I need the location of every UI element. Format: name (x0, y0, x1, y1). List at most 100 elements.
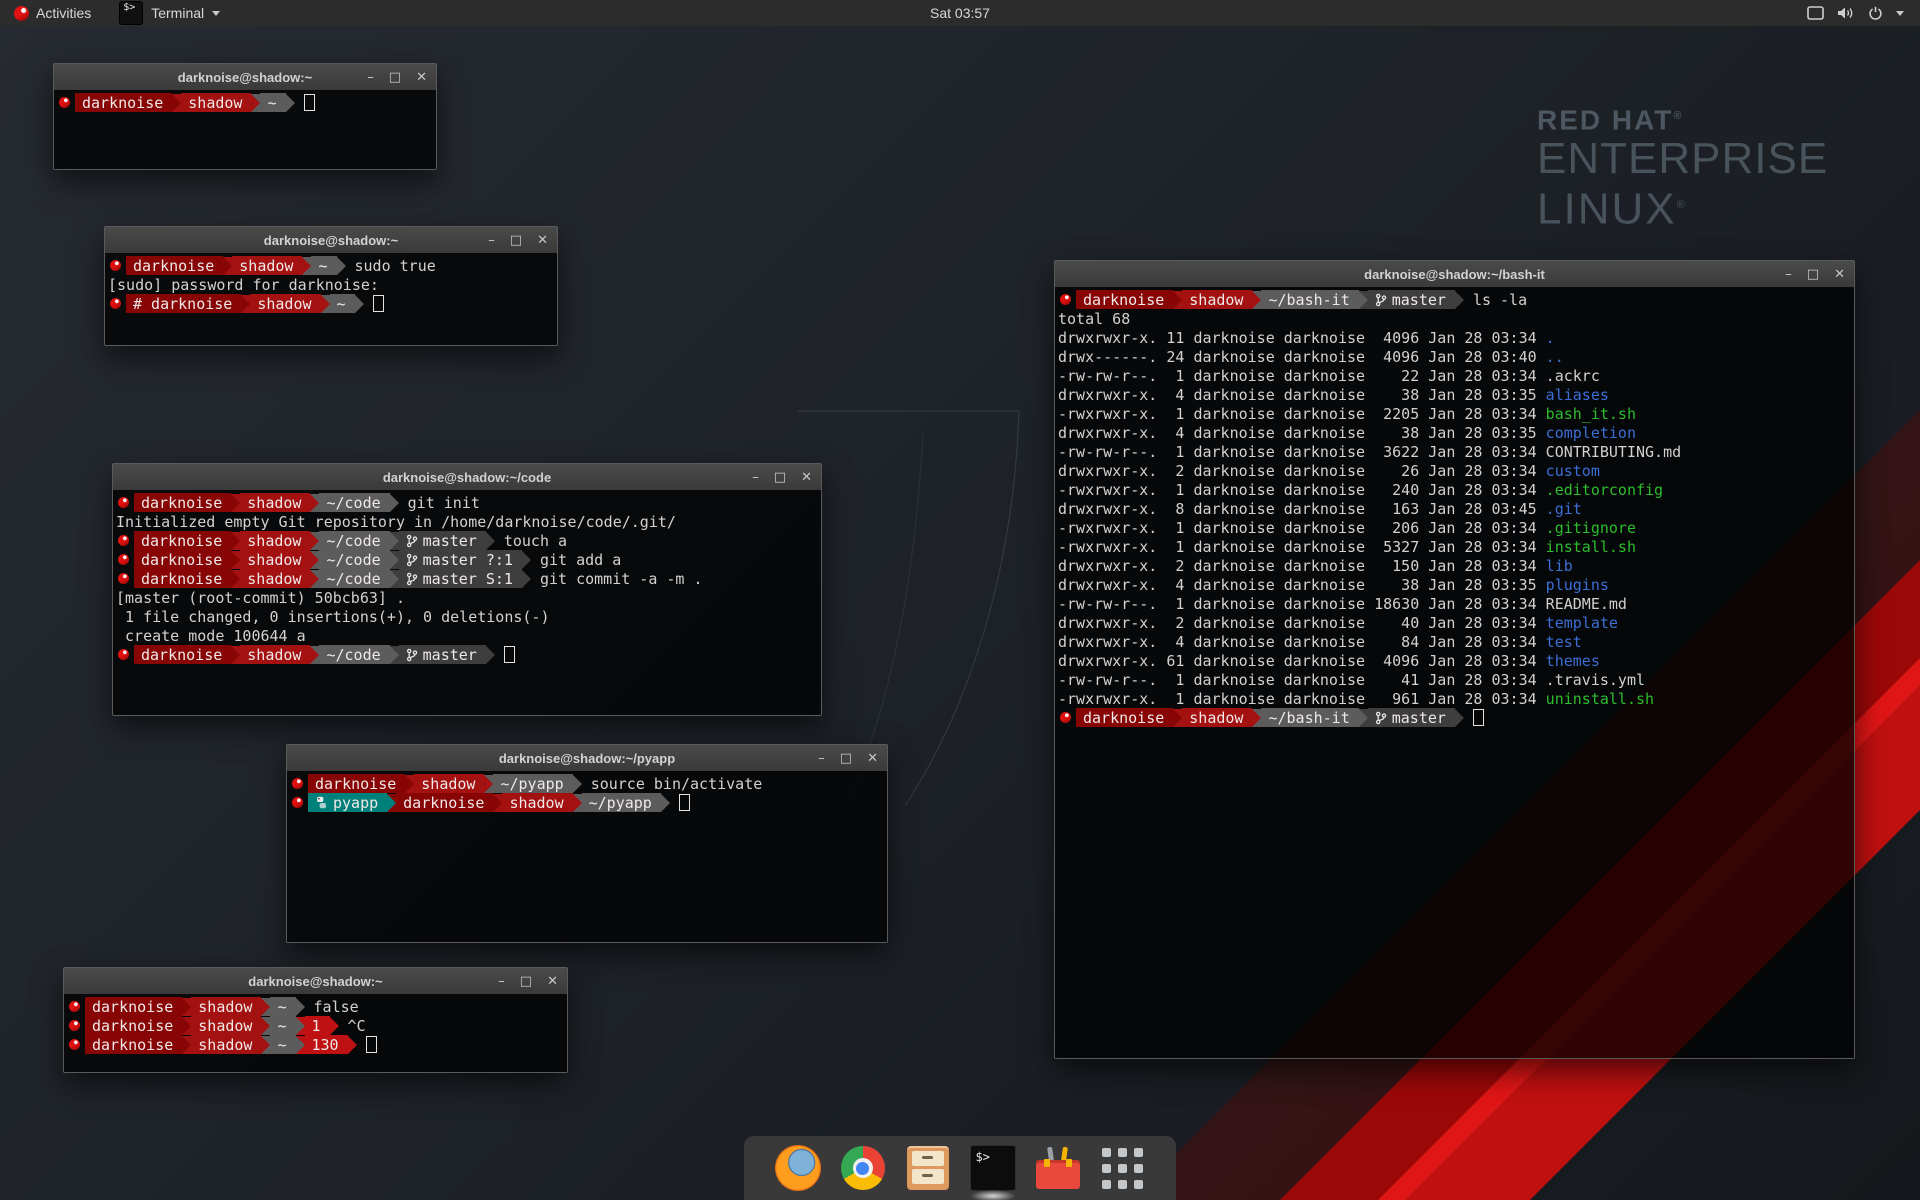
clock-button[interactable]: Sat 03:57 (920, 0, 1000, 26)
window-titlebar[interactable]: darknoise@shadow:~–□✕ (64, 968, 567, 995)
minimize-button[interactable]: – (752, 471, 759, 484)
window-titlebar[interactable]: darknoise@shadow:~–□✕ (105, 227, 557, 254)
terminal-window-pyapp[interactable]: darknoise@shadow:~/pyapp–□✕darknoiseshad… (286, 744, 888, 943)
prompt-segment-dir: ~ (270, 997, 295, 1016)
redhat-prompt-icon (118, 649, 129, 660)
system-status-area[interactable] (1801, 0, 1910, 26)
minimize-button[interactable]: – (498, 975, 505, 988)
close-button[interactable]: ✕ (867, 752, 878, 765)
maximize-button[interactable]: □ (840, 752, 852, 765)
prompt-segment-venv: pyapp (308, 793, 387, 812)
maximize-button[interactable]: □ (774, 471, 786, 484)
terminal-body[interactable]: darknoiseshadow~ (54, 90, 436, 169)
filename: .ackrc (1546, 367, 1600, 385)
minimize-button[interactable]: – (1785, 268, 1792, 281)
prompt-segment-user: darknoise (1076, 290, 1173, 309)
terminal-line: drwxrwxr-x. 4 darknoise darknoise 38 Jan… (1058, 423, 1854, 442)
activities-button[interactable]: Activities (8, 0, 97, 26)
terminal-app-icon: $> (119, 1, 143, 25)
powerline-separator-icon (251, 94, 260, 112)
terminal-line: darknoiseshadow~/codemaster (116, 645, 821, 664)
terminal-window-home-2[interactable]: darknoise@shadow:~–□✕darknoiseshadow~fal… (63, 967, 568, 1073)
minimize-button[interactable]: – (488, 234, 495, 247)
prompt-segment-user: darknoise (134, 569, 231, 588)
output-text: [master (root-commit) 50bcb63] . (116, 589, 405, 607)
prompt-segment-host: shadow (232, 256, 302, 275)
terminal-line: darknoiseshadow~/codemaster S:1git commi… (116, 569, 821, 588)
terminal-body[interactable]: darknoiseshadow~/bash-itmasterls -latota… (1055, 287, 1854, 1058)
window-title: darknoise@shadow:~/code (383, 470, 551, 485)
filename: .gitignore (1546, 519, 1636, 537)
file-manager-icon (907, 1146, 949, 1190)
terminal-line: [master (root-commit) 50bcb63] . (116, 588, 821, 607)
terminal-line: darknoiseshadow~/codemaster ?:1git add a (116, 550, 821, 569)
file-manager-launcher[interactable] (904, 1142, 952, 1194)
filename: README.md (1546, 595, 1627, 613)
prompt-segment-host: shadow (240, 645, 310, 664)
filename: bash_it.sh (1546, 405, 1636, 423)
minimize-button[interactable]: – (367, 71, 374, 84)
prompt-segment-host: shadow (240, 569, 310, 588)
powerline-separator-icon (261, 1017, 270, 1035)
prompt-segment-dir: ~ (311, 256, 336, 275)
terminal-line: -rwxrwxr-x. 1 darknoise darknoise 240 Ja… (1058, 480, 1854, 499)
chrome-launcher[interactable] (839, 1142, 887, 1194)
terminal-window-home-1[interactable]: darknoise@shadow:~–□✕darknoiseshadow~ (53, 63, 437, 170)
output-text: drwxrwxr-x. 4 darknoise darknoise 38 Jan… (1058, 576, 1546, 594)
close-button[interactable]: ✕ (416, 71, 427, 84)
app-menu-button[interactable]: $> Terminal (111, 0, 228, 26)
window-controls: – □ ✕ (488, 227, 548, 253)
maximize-button[interactable]: □ (389, 71, 401, 84)
redhat-prompt-icon (59, 97, 70, 108)
close-button[interactable]: ✕ (1834, 268, 1845, 281)
close-button[interactable]: ✕ (801, 471, 812, 484)
maximize-button[interactable]: □ (1807, 268, 1819, 281)
powerline-separator-icon (1173, 291, 1182, 309)
terminal-body[interactable]: darknoiseshadow~/codegit initInitialized… (113, 490, 821, 715)
output-text: drwxrwxr-x. 2 darknoise darknoise 26 Jan… (1058, 462, 1546, 480)
terminal-body[interactable]: darknoiseshadow~sudo true[sudo] password… (105, 253, 557, 345)
output-text: drwxrwxr-x. 8 darknoise darknoise 163 Ja… (1058, 500, 1546, 518)
close-button[interactable]: ✕ (537, 234, 548, 247)
minimize-button[interactable]: – (818, 752, 825, 765)
toolbox-launcher[interactable] (1034, 1142, 1082, 1194)
prompt-segment-host: shadow (502, 793, 572, 812)
rhel-logo-line2: ENTERPRISE (1537, 136, 1828, 182)
terminal-window-sudo[interactable]: darknoise@shadow:~–□✕darknoiseshadow~sud… (104, 226, 558, 346)
redhat-icon (14, 6, 29, 21)
terminal-body[interactable]: darknoiseshadow~/pyappsource bin/activat… (287, 771, 887, 942)
firefox-launcher[interactable] (774, 1142, 822, 1194)
prompt-segment-dir: ~/code (319, 569, 389, 588)
window-titlebar[interactable]: darknoise@shadow:~/code – □ ✕ (113, 464, 821, 491)
window-titlebar[interactable]: darknoise@shadow:~/pyapp–□✕ (287, 745, 887, 772)
output-text: -rw-rw-r--. 1 darknoise darknoise 18630 … (1058, 595, 1546, 613)
terminal-body[interactable]: darknoiseshadow~falsedarknoiseshadow~1^C… (64, 994, 567, 1072)
terminal-line: drwxrwxr-x. 8 darknoise darknoise 163 Ja… (1058, 499, 1854, 518)
filename: .git (1546, 500, 1582, 518)
terminal-window-code[interactable]: darknoise@shadow:~/code–□✕darknoiseshado… (112, 463, 822, 716)
drawer-bottom (912, 1169, 944, 1184)
terminal-line: darknoiseshadow~sudo true (108, 256, 557, 275)
window-titlebar[interactable]: darknoise@shadow:~/bash-it–□✕ (1055, 261, 1854, 288)
powerline-separator-icon (390, 494, 399, 512)
redhat-prompt-icon (292, 797, 303, 808)
show-applications-button[interactable] (1099, 1142, 1147, 1194)
prompt-segment-dir: ~/code (319, 493, 389, 512)
terminal-line: -rwxrwxr-x. 1 darknoise darknoise 5327 J… (1058, 537, 1854, 556)
output-text: drwxrwxr-x. 2 darknoise darknoise 40 Jan… (1058, 614, 1546, 632)
prompt-segment-user: darknoise (134, 493, 231, 512)
dock: $> (744, 1136, 1176, 1200)
powerline-separator-icon (302, 257, 311, 275)
window-titlebar[interactable]: darknoise@shadow:~–□✕ (54, 64, 436, 91)
close-button[interactable]: ✕ (547, 975, 558, 988)
window-controls: – □ ✕ (752, 464, 812, 490)
power-icon (1868, 6, 1883, 21)
maximize-button[interactable]: □ (520, 975, 532, 988)
redhat-prompt-icon (69, 1039, 80, 1050)
terminal-launcher[interactable]: $> (969, 1142, 1017, 1194)
rhel-logo-line1: RED HAT® (1537, 100, 1828, 136)
redhat-prompt-icon (1060, 712, 1071, 723)
terminal-line: -rw-rw-r--. 1 darknoise darknoise 3622 J… (1058, 442, 1854, 461)
maximize-button[interactable]: □ (510, 234, 522, 247)
terminal-window-bash-it[interactable]: darknoise@shadow:~/bash-it–□✕darknoisesh… (1054, 260, 1855, 1059)
